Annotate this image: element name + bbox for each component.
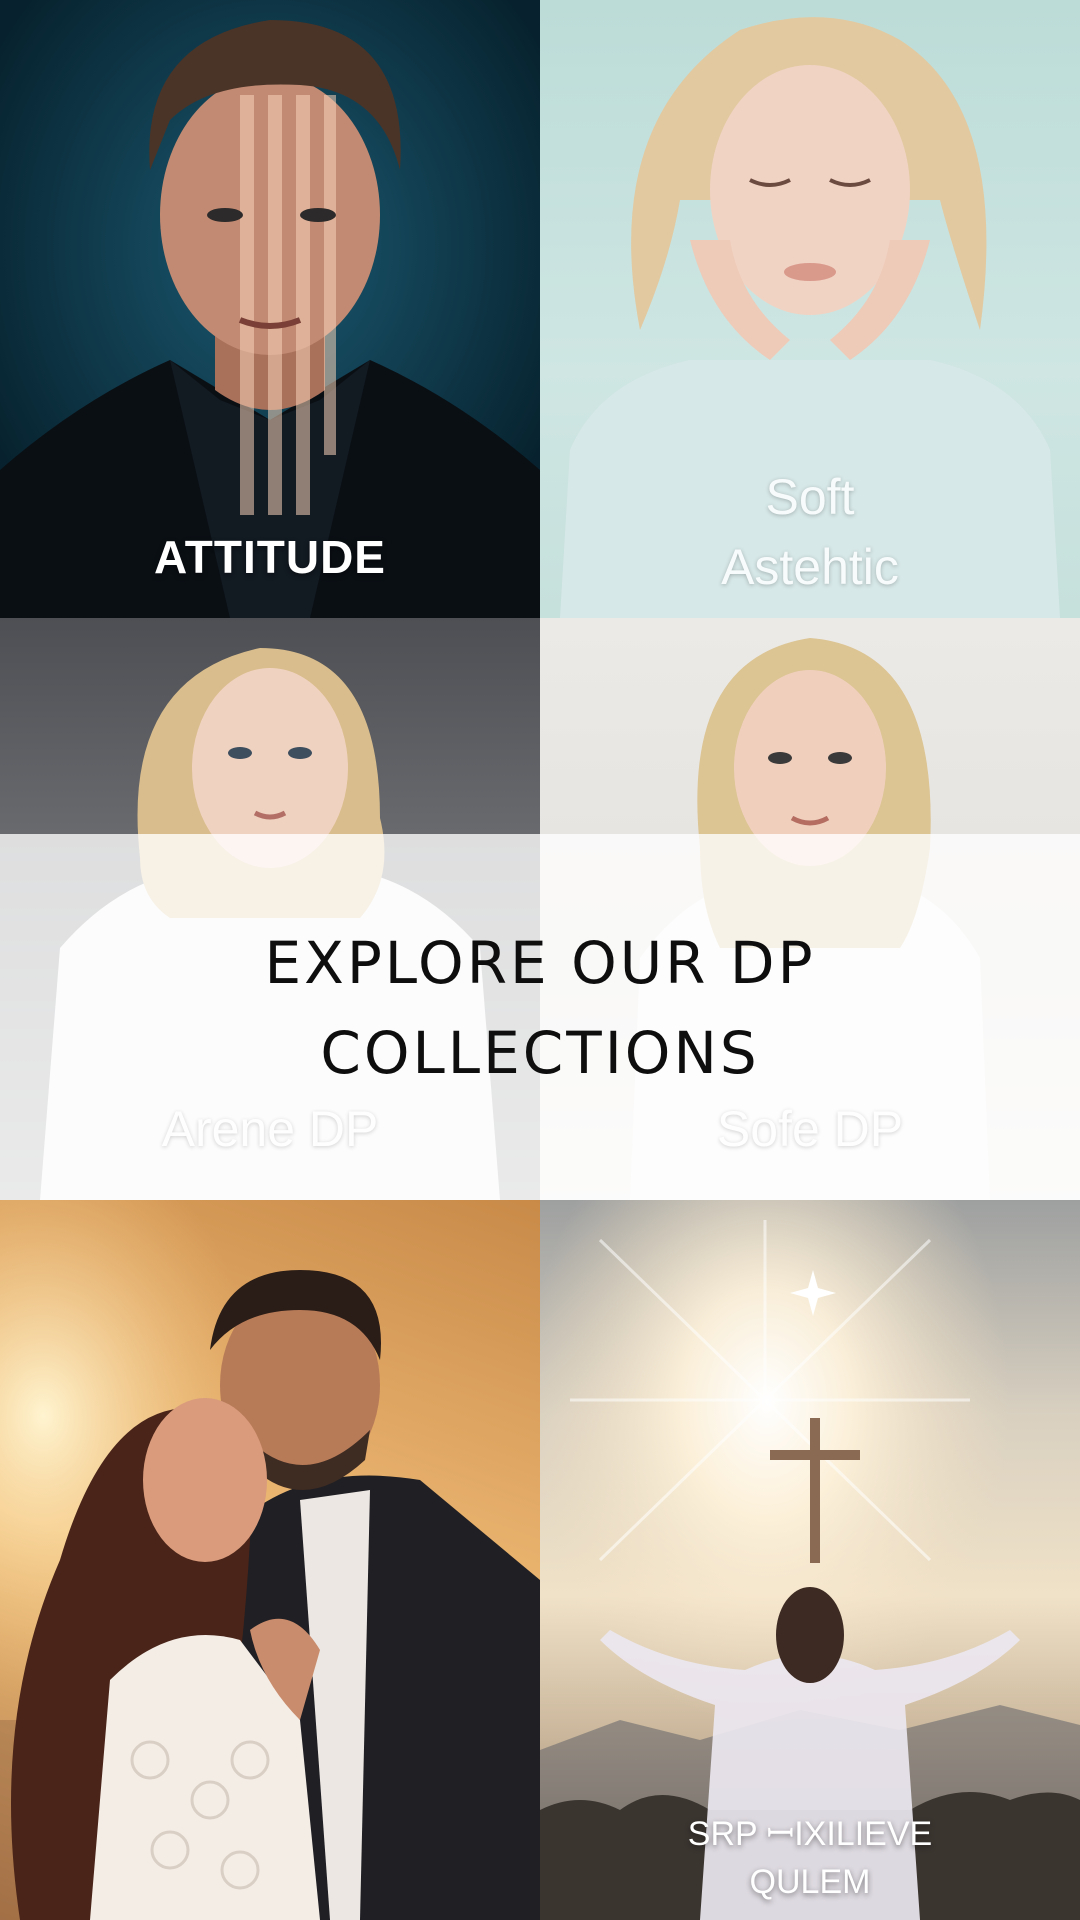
collection-tile-attitude[interactable]: ATTITUDE bbox=[0, 0, 540, 618]
banner-label-sofe[interactable]: Sofe DP bbox=[540, 1100, 1080, 1158]
banner-label-arene[interactable]: Arene DP bbox=[0, 1100, 540, 1158]
collection-label-attitude: ATTITUDE bbox=[153, 531, 386, 583]
collection-tile-believe[interactable]: SRP ꟷIXILIEVE QULEM bbox=[540, 1200, 1080, 1920]
collection-label-believe: SRP ꟷIXILIEVE QULEM bbox=[687, 1815, 933, 1901]
collection-label-soft-aesthetic: Soft Astehtic bbox=[721, 469, 899, 595]
page-title: EXPLORE OUR DP COLLECTIONS bbox=[264, 929, 816, 1087]
banner-collection-labels: Arene DP Sofe DP bbox=[0, 1100, 1080, 1180]
collection-tile-soft-aesthetic[interactable]: Soft Astehtic bbox=[540, 0, 1080, 618]
attitude-portrait-image bbox=[0, 0, 540, 618]
collection-tile-love-couple[interactable] bbox=[0, 1200, 540, 1920]
couple-portrait-image bbox=[0, 1200, 540, 1920]
dp-collections-page: ATTITUDE Soft Astehtic SRP ꟷIXILIEVE QUL… bbox=[0, 0, 1080, 1920]
